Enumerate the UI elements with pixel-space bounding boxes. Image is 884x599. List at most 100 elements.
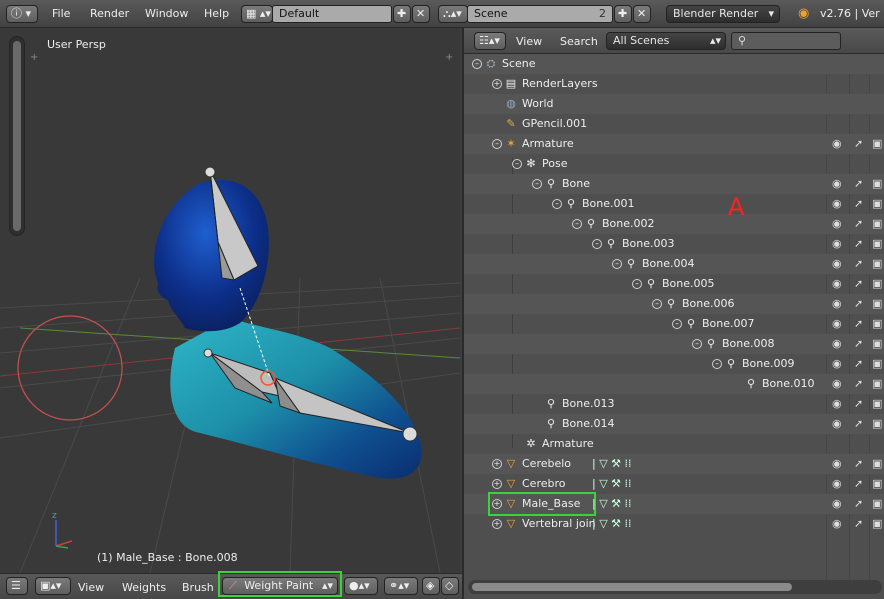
pivot-point-dropdown[interactable]: ⚭▴▾ [384,577,418,595]
menu-view[interactable]: View [78,581,104,594]
selectable-cursor-icon[interactable]: ➚ [854,397,863,411]
visibility-eye-icon[interactable]: ◉ [832,297,842,311]
renderable-camera-icon[interactable]: ▣ [872,457,882,471]
outliner-row[interactable]: – ⚲ Bone.001 ◉ ➚ ▣ [464,194,884,214]
visibility-eye-icon[interactable]: ◉ [832,237,842,251]
editor-type-info-button[interactable]: ⓘ ▾ [6,5,38,23]
add-scene-button[interactable]: ✚ [614,5,632,23]
outliner-item-label[interactable]: Bone.013 [562,397,615,410]
selectable-cursor-icon[interactable]: ➚ [854,497,863,511]
outliner-item-label[interactable]: GPencil.001 [522,117,587,130]
collapse-toggle[interactable]: – [612,259,622,269]
selectable-cursor-icon[interactable]: ➚ [854,457,863,471]
renderable-camera-icon[interactable]: ▣ [872,297,882,311]
outliner-item-label[interactable]: Armature [522,137,574,150]
outliner-row[interactable]: + ▤ RenderLayers [464,74,884,94]
outliner-row[interactable]: – ⚲ Bone.004 ◉ ➚ ▣ [464,254,884,274]
outliner-item-label[interactable]: Bone.004 [642,257,695,270]
renderable-camera-icon[interactable]: ▣ [872,417,882,431]
collapse-toggle[interactable]: – [472,59,482,69]
outliner-row[interactable]: ✎ GPencil.001 [464,114,884,134]
vertex-mask-toggle[interactable]: ◇ [441,577,459,595]
visibility-eye-icon[interactable]: ◉ [832,417,842,431]
collapse-toggle[interactable]: – [512,159,522,169]
visibility-eye-icon[interactable]: ◉ [832,197,842,211]
selectable-cursor-icon[interactable]: ➚ [854,137,863,151]
visibility-eye-icon[interactable]: ◉ [832,257,842,271]
outliner-item-label[interactable]: Bone.008 [722,337,775,350]
expand-toggle[interactable]: + [492,79,502,89]
scene-name-field[interactable]: Scene 2 [467,5,613,23]
screen-name-field[interactable]: Default [272,5,392,23]
collapse-toggle[interactable]: – [592,239,602,249]
selectable-cursor-icon[interactable]: ➚ [854,357,863,371]
outliner-item-label[interactable]: Cerebelo [522,457,571,470]
outliner-item-label[interactable]: Pose [542,157,567,170]
selectable-cursor-icon[interactable]: ➚ [854,257,863,271]
tool-shelf-plus-icon[interactable]: + [30,52,38,63]
selectable-cursor-icon[interactable]: ➚ [854,337,863,351]
outliner-item-label[interactable]: Bone.007 [702,317,755,330]
renderable-camera-icon[interactable]: ▣ [872,377,882,391]
outliner-row[interactable]: + ▽ Male_Base | ▽ ⚒ ⁞⁞ ◉ ➚ ▣ [464,492,884,516]
renderable-camera-icon[interactable]: ▣ [872,137,882,151]
outliner-row[interactable]: + ▽ Cerebelo | ▽ ⚒ ⁞⁞ ◉ ➚ ▣ [464,454,884,474]
collapse-toggle[interactable]: – [712,359,722,369]
selectable-cursor-icon[interactable]: ➚ [854,217,863,231]
outliner-editor-type-button[interactable]: ☷▴▾ [474,32,506,50]
viewport-shading-dropdown[interactable]: ●▴▾ [344,577,378,595]
outliner-row[interactable]: + ▽ Cerebro | ▽ ⚒ ⁞⁞ ◉ ➚ ▣ [464,474,884,494]
outliner-search-input[interactable]: ⚲ [731,32,841,50]
delete-screen-button[interactable]: ✕ [412,5,430,23]
3d-viewport[interactable]: z User Persp + + (1) Male_Base : Bone.00… [0,28,460,573]
outliner-row[interactable]: – ⚲ Bone.009 ◉ ➚ ▣ [464,354,884,374]
renderable-camera-icon[interactable]: ▣ [872,397,882,411]
outliner-item-label[interactable]: Scene [502,57,536,70]
renderable-camera-icon[interactable]: ▣ [872,497,882,511]
outliner-row[interactable]: – ⚲ Bone.008 ◉ ➚ ▣ [464,334,884,354]
menu-file[interactable]: File [52,7,70,20]
expand-toggle[interactable]: + [492,459,502,469]
expand-toggle[interactable]: + [492,519,502,529]
renderable-camera-icon[interactable]: ▣ [872,337,882,351]
outliner-row[interactable]: – ✻ Pose [464,154,884,174]
selectable-cursor-icon[interactable]: ➚ [854,297,863,311]
renderable-camera-icon[interactable]: ▣ [872,217,882,231]
selectable-cursor-icon[interactable]: ➚ [854,237,863,251]
outliner-item-label[interactable]: Bone [562,177,590,190]
scene-selector-button[interactable]: ⛬▴▾ [438,5,468,23]
selectable-cursor-icon[interactable]: ➚ [854,517,863,531]
renderable-camera-icon[interactable]: ▣ [872,237,882,251]
outliner-row[interactable]: ⚲ Bone.014 ◉ ➚ ▣ [464,414,884,434]
selectable-cursor-icon[interactable]: ➚ [854,417,863,431]
selectable-cursor-icon[interactable]: ➚ [854,477,863,491]
delete-scene-button[interactable]: ✕ [633,5,651,23]
collapse-toggle[interactable]: – [632,279,642,289]
visibility-eye-icon[interactable]: ◉ [832,317,842,331]
visibility-eye-icon[interactable]: ◉ [832,217,842,231]
renderable-camera-icon[interactable]: ▣ [872,197,882,211]
outliner-item-label[interactable]: Bone.009 [742,357,795,370]
properties-plus-icon[interactable]: + [445,52,453,63]
collapse-toggle[interactable]: – [572,219,582,229]
visibility-eye-icon[interactable]: ◉ [832,357,842,371]
outliner-row[interactable]: + ▽ Vertebral join | ▽ ⚒ ⁞⁞ ◉ ➚ ▣ [464,514,884,534]
outliner-item-label[interactable]: World [522,97,554,110]
outliner-item-label[interactable]: Bone.002 [602,217,655,230]
collapse-toggle[interactable]: – [532,179,542,189]
collapse-toggle[interactable]: – [672,319,682,329]
outliner-row[interactable]: ⚲ Bone.013 ◉ ➚ ▣ [464,394,884,414]
face-mask-toggle[interactable]: ◈ [422,577,440,595]
outliner-item-label[interactable]: Cerebro [522,477,566,490]
screen-layout-button[interactable]: ▦ ▴▾ [241,5,273,23]
visibility-eye-icon[interactable]: ◉ [832,177,842,191]
outliner-row[interactable]: – ⛭ Scene [464,54,884,74]
render-engine-dropdown[interactable]: Blender Render ▾ [666,5,780,23]
outliner-row[interactable]: – ⚲ Bone.006 ◉ ➚ ▣ [464,294,884,314]
renderable-camera-icon[interactable]: ▣ [872,177,882,191]
outliner-item-label[interactable]: Armature [542,437,594,450]
collapse-toggle[interactable]: – [652,299,662,309]
outliner-item-label[interactable]: Bone.010 [762,377,815,390]
renderable-camera-icon[interactable]: ▣ [872,277,882,291]
visibility-eye-icon[interactable]: ◉ [832,397,842,411]
